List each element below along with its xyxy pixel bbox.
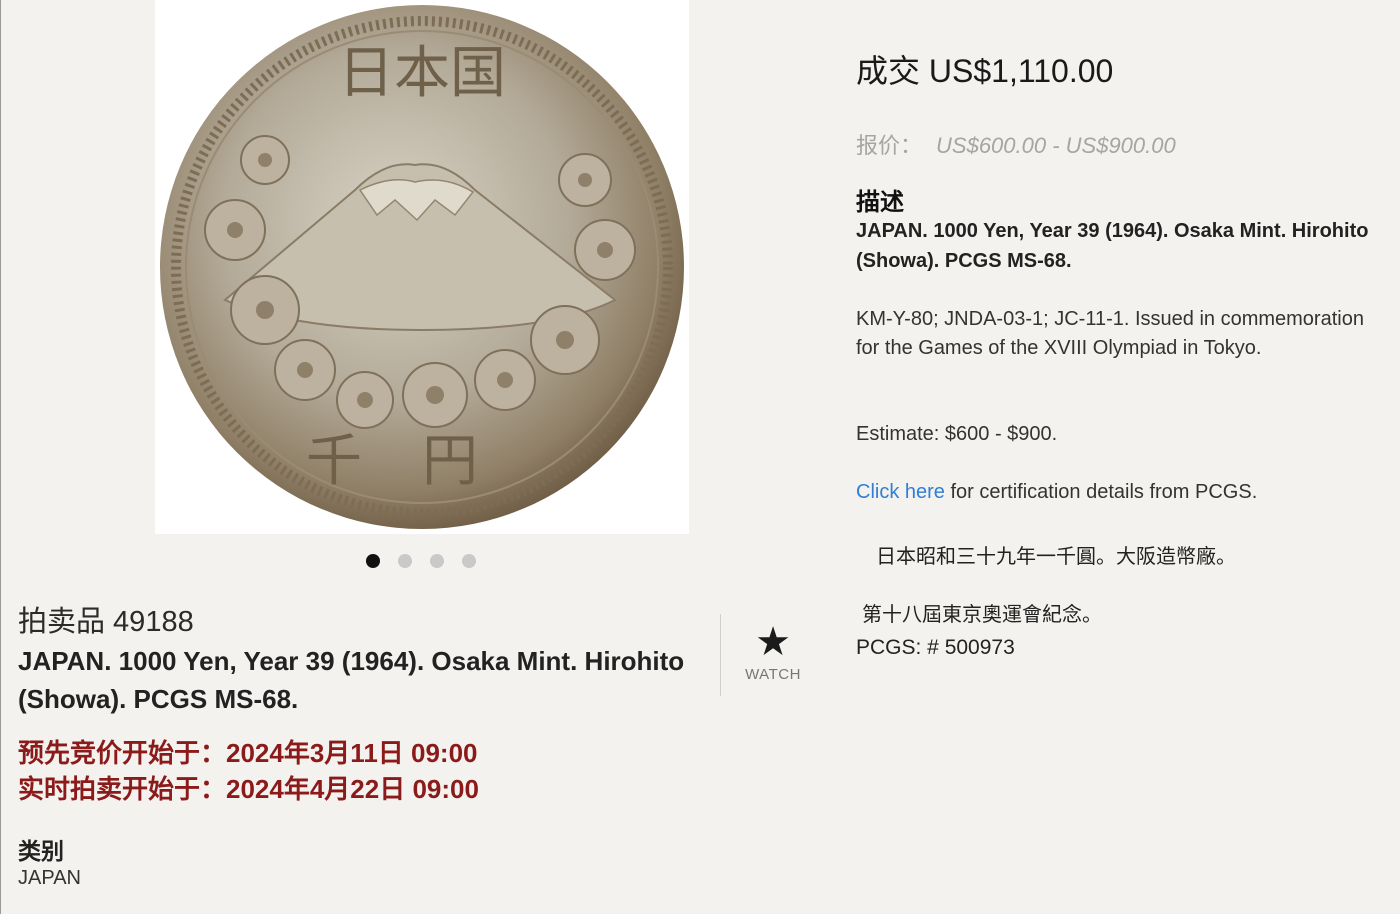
- category-label: 类别: [18, 838, 64, 864]
- vertical-divider: [720, 614, 721, 696]
- pcgs-number: PCGS: # 500973: [856, 636, 1015, 659]
- prebid-start: 预先竞价开始于：2024年3月11日 09:00: [18, 738, 478, 768]
- carousel-dot-3[interactable]: [430, 554, 444, 568]
- estimate-range: US$600.00 - US$900.00: [936, 133, 1176, 158]
- watch-label: WATCH: [745, 666, 801, 683]
- category-value: JAPAN: [18, 867, 81, 889]
- estimate-label: 报价：: [856, 133, 923, 158]
- chinese-description-1: 日本昭和三十九年一千圓。大阪造幣廠。: [876, 546, 1236, 568]
- carousel-dot-2[interactable]: [398, 554, 412, 568]
- lot-title: JAPAN. 1000 Yen, Year 39 (1964). Osaka M…: [18, 646, 685, 714]
- description-estimate: Estimate: $600 - $900.: [856, 423, 1058, 445]
- chinese-description-2: 第十八屆東京奧運會紀念。: [862, 604, 1102, 626]
- description-body: KM-Y-80; JNDA-03-1; JC-11-1. Issued in c…: [856, 308, 1364, 359]
- auction-dates: 预先竞价开始于：2024年3月11日 09:00 实时拍卖开始于：2024年4月…: [18, 735, 479, 807]
- description-title: JAPAN. 1000 Yen, Year 39 (1964). Osaka M…: [856, 220, 1369, 272]
- certification-line: Click here for certification details fro…: [856, 481, 1257, 504]
- sold-price: 成交 US$1,110.00: [856, 53, 1114, 89]
- snow-cap: [358, 179, 475, 222]
- live-start: 实时拍卖开始于：2024年4月22日 09:00: [18, 774, 479, 804]
- carousel-dots: [366, 554, 476, 568]
- description-heading: 描述: [856, 189, 904, 216]
- cert-text: for certification details from PCGS.: [944, 481, 1258, 503]
- pcgs-cert-link[interactable]: Click here: [856, 481, 945, 503]
- star-icon: ★: [755, 620, 791, 664]
- coin-legend-top: 日本国: [338, 41, 506, 106]
- coin-image: 日本国 千円: [160, 5, 684, 529]
- estimate-row: 报价： US$600.00 - US$900.00: [856, 128, 1176, 160]
- watch-button[interactable]: ★ WATCH: [742, 622, 804, 683]
- lot-number: 拍卖品 49188: [18, 606, 194, 638]
- carousel-dot-4[interactable]: [462, 554, 476, 568]
- lot-image[interactable]: 日本国 千円: [155, 0, 689, 534]
- carousel-dot-1[interactable]: [366, 554, 380, 568]
- coin-legend-bottom: 千円: [306, 429, 538, 494]
